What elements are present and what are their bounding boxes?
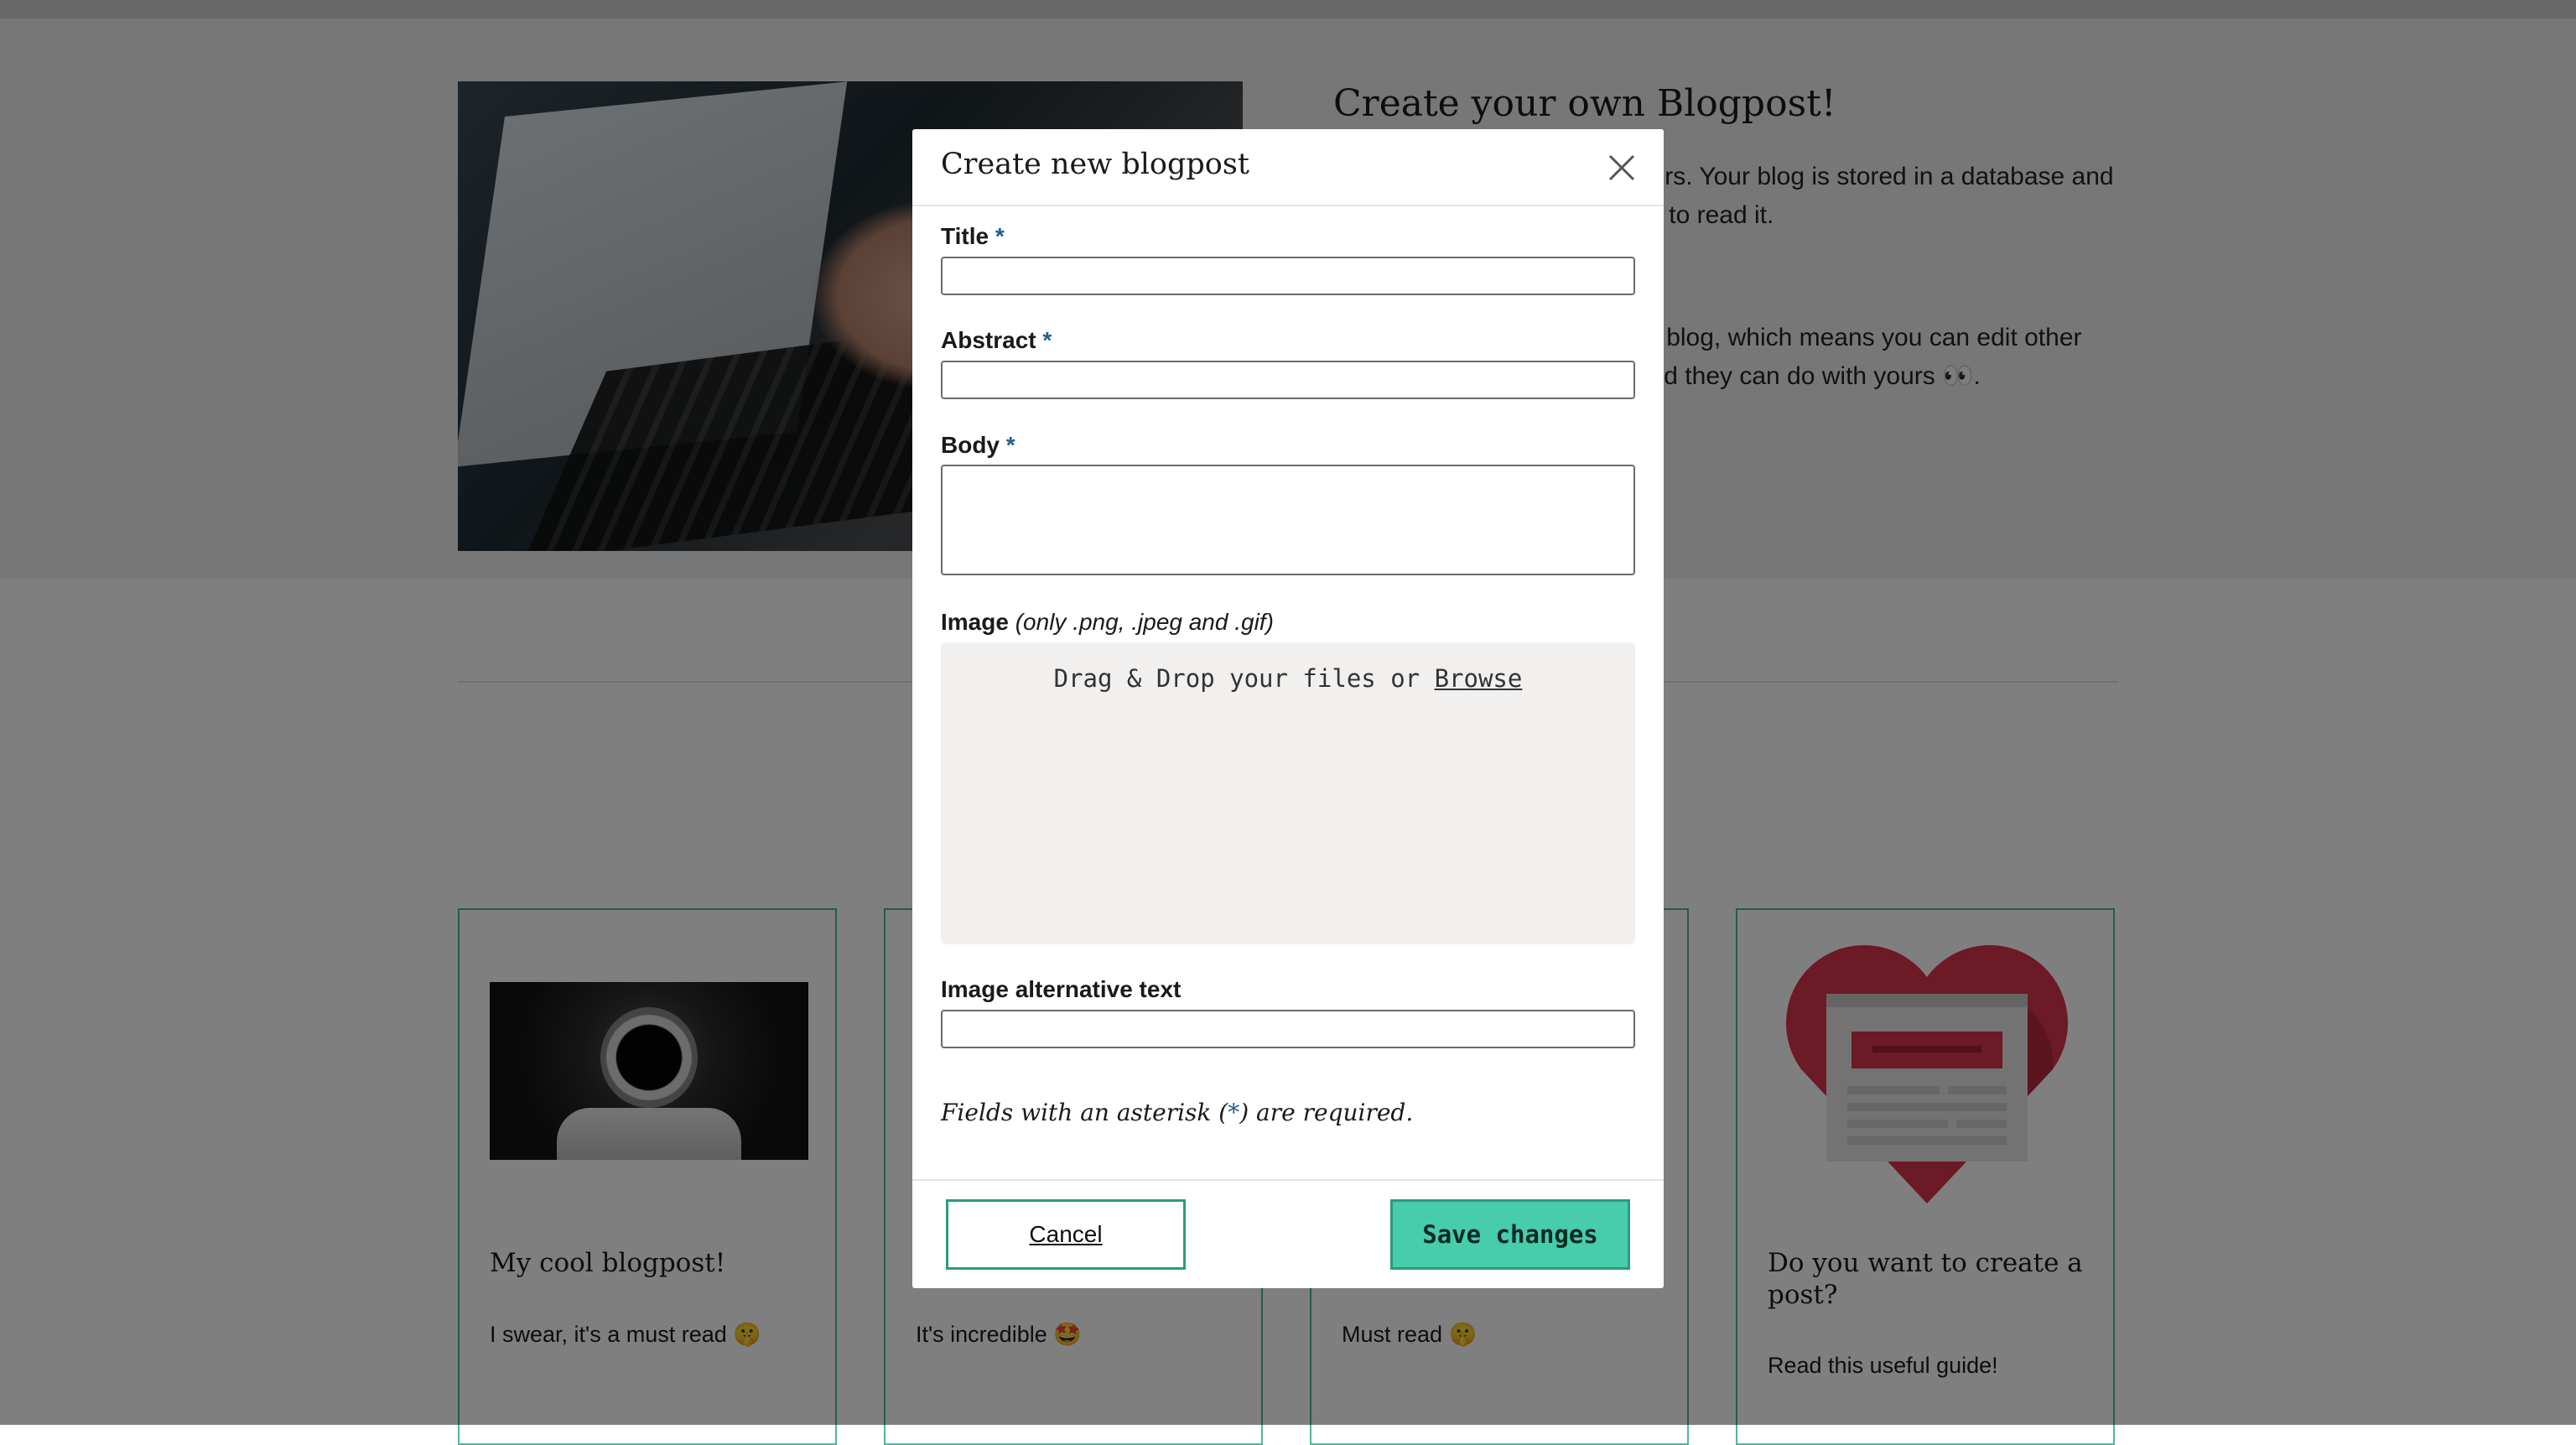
modal-title: Create new blogpost: [941, 148, 1249, 181]
body-label: Body *: [941, 432, 1015, 458]
image-dropzone[interactable]: Drag & Drop your files or Browse: [941, 642, 1635, 944]
image-format-hint: (only .png, .jpeg and .gif): [1015, 609, 1274, 635]
title-input[interactable]: [941, 257, 1635, 295]
modal-footer: Cancel Save changes: [912, 1179, 1664, 1290]
required-asterisk: *: [1005, 432, 1015, 458]
abstract-input[interactable]: [941, 361, 1635, 399]
cancel-button[interactable]: Cancel: [946, 1199, 1186, 1270]
modal-header: Create new blogpost: [912, 129, 1664, 206]
abstract-label: Abstract *: [941, 327, 1052, 353]
image-label: Image (only .png, .jpeg and .gif): [941, 609, 1274, 635]
title-label: Title *: [941, 223, 1005, 249]
required-asterisk: *: [995, 223, 1005, 249]
dropzone-text: Drag & Drop your files or Browse: [1053, 664, 1523, 693]
body-textarea[interactable]: [941, 465, 1635, 575]
close-button[interactable]: [1605, 151, 1639, 185]
save-changes-button[interactable]: Save changes: [1390, 1199, 1630, 1270]
alt-text-label: Image alternative text: [941, 976, 1182, 1002]
required-fields-note: Fields with an asterisk (*) are required…: [941, 1099, 1414, 1126]
create-blogpost-modal: Create new blogpost Title * Abstract * B…: [912, 129, 1664, 1288]
alt-text-input[interactable]: [941, 1010, 1635, 1048]
close-icon: [1608, 154, 1635, 181]
required-asterisk: *: [1042, 327, 1052, 353]
browse-link[interactable]: Browse: [1435, 664, 1523, 693]
